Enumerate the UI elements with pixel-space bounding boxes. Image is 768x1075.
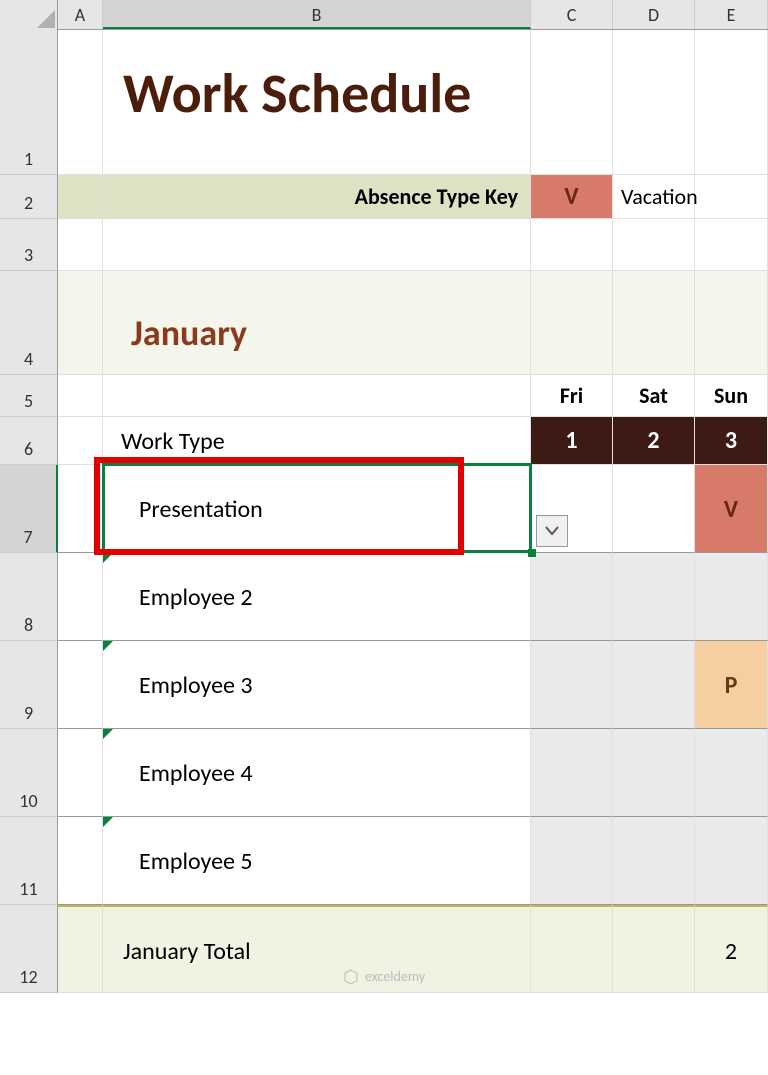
row-header-4[interactable]: 4 xyxy=(0,271,58,375)
cell-d1[interactable] xyxy=(613,30,695,175)
cell-a4[interactable] xyxy=(58,271,103,375)
cell-e11[interactable] xyxy=(695,817,768,905)
employee-3-cell[interactable]: Employee 3 xyxy=(103,641,531,729)
cell-e4[interactable] xyxy=(695,271,768,375)
employee-4-label: Employee 4 xyxy=(139,759,253,788)
cell-e1[interactable] xyxy=(695,30,768,175)
cell-e7[interactable]: V xyxy=(695,465,768,553)
cell-c11[interactable] xyxy=(531,817,613,905)
cell-e10[interactable] xyxy=(695,729,768,817)
day-header-sat[interactable]: Sat xyxy=(613,375,695,417)
col-header-b[interactable]: B xyxy=(103,0,531,29)
cell-c12[interactable] xyxy=(531,905,613,993)
comment-indicator-icon xyxy=(103,729,113,739)
cell-c9[interactable] xyxy=(531,641,613,729)
comment-indicator-icon xyxy=(103,553,113,563)
row-header-6[interactable]: 6 xyxy=(0,417,58,465)
comment-indicator-icon xyxy=(103,817,113,827)
cell-e3[interactable] xyxy=(695,219,768,271)
grid: Work Schedule Absence Type Key V Vacatio… xyxy=(58,30,768,993)
cell-e9[interactable]: P xyxy=(695,641,768,729)
cell-a5[interactable] xyxy=(58,375,103,417)
cell-a11[interactable] xyxy=(58,817,103,905)
comment-indicator-icon xyxy=(103,641,113,651)
cell-e12[interactable]: 2 xyxy=(695,905,768,993)
row-header-9[interactable]: 9 xyxy=(0,641,58,729)
cell-d12[interactable] xyxy=(613,905,695,993)
cell-c4[interactable] xyxy=(531,271,613,375)
cell-e8[interactable] xyxy=(695,553,768,641)
day-num-2[interactable]: 2 xyxy=(613,417,695,465)
row-header-10[interactable]: 10 xyxy=(0,729,58,817)
cell-c8[interactable] xyxy=(531,553,613,641)
watermark-text: exceldemy xyxy=(365,968,425,985)
cell-e2[interactable] xyxy=(695,175,768,219)
cell-d4[interactable] xyxy=(613,271,695,375)
employee-4-cell[interactable]: Employee 4 xyxy=(103,729,531,817)
select-all-corner[interactable] xyxy=(0,0,58,30)
cell-a12[interactable] xyxy=(58,905,103,993)
work-type-label[interactable]: Work Type xyxy=(103,417,531,465)
cell-c3[interactable] xyxy=(531,219,613,271)
cell-a10[interactable] xyxy=(58,729,103,817)
page-title[interactable]: Work Schedule xyxy=(103,30,531,175)
row-header-2[interactable]: 2 xyxy=(0,175,58,219)
absence-key-name[interactable]: Vacation xyxy=(613,175,695,219)
day-num-3[interactable]: 3 xyxy=(695,417,768,465)
cell-a2[interactable] xyxy=(58,175,103,219)
cell-c10[interactable] xyxy=(531,729,613,817)
row-headers-col: 1 2 3 4 5 6 7 8 9 10 11 12 xyxy=(0,30,58,993)
col-header-c[interactable]: C xyxy=(531,0,613,29)
selection-handle[interactable] xyxy=(528,549,536,557)
month-label[interactable]: January xyxy=(103,271,531,375)
day-header-sun[interactable]: Sun xyxy=(695,375,768,417)
row-header-3[interactable]: 3 xyxy=(0,219,58,271)
employee-2-label: Employee 2 xyxy=(139,583,253,612)
cell-a9[interactable] xyxy=(58,641,103,729)
cell-a3[interactable] xyxy=(58,219,103,271)
dropdown-button[interactable] xyxy=(536,515,568,547)
cell-b3[interactable] xyxy=(103,219,531,271)
selected-cell-b7[interactable]: Presentation xyxy=(103,465,531,553)
day-header-fri[interactable]: Fri xyxy=(531,375,613,417)
row-header-5[interactable]: 5 xyxy=(0,375,58,417)
cell-d3[interactable] xyxy=(613,219,695,271)
row-header-12[interactable]: 12 xyxy=(0,905,58,993)
cell-d7[interactable] xyxy=(613,465,695,553)
employee-5-cell[interactable]: Employee 5 xyxy=(103,817,531,905)
cell-d10[interactable] xyxy=(613,729,695,817)
column-headers-row: A B C D E xyxy=(0,0,768,30)
spreadsheet: A B C D E 1 2 3 4 5 6 7 8 9 10 11 12 Wor… xyxy=(0,0,768,993)
cell-d9[interactable] xyxy=(613,641,695,729)
total-label[interactable]: January Total xyxy=(103,905,531,993)
employee-2-cell[interactable]: Employee 2 xyxy=(103,553,531,641)
row-header-11[interactable]: 11 xyxy=(0,817,58,905)
absence-key-label[interactable]: Absence Type Key xyxy=(103,175,531,219)
row-header-1[interactable]: 1 xyxy=(0,30,58,175)
col-header-a[interactable]: A xyxy=(58,0,103,29)
cell-d8[interactable] xyxy=(613,553,695,641)
col-header-d[interactable]: D xyxy=(613,0,695,29)
row-header-7[interactable]: 7 xyxy=(0,465,58,553)
cell-c1[interactable] xyxy=(531,30,613,175)
watermark: exceldemy xyxy=(343,968,425,985)
absence-key-code[interactable]: V xyxy=(531,175,613,219)
cell-d11[interactable] xyxy=(613,817,695,905)
logo-icon xyxy=(343,969,359,985)
cell-a6[interactable] xyxy=(58,417,103,465)
employee-3-label: Employee 3 xyxy=(139,671,253,700)
cell-a7[interactable] xyxy=(58,465,103,553)
cell-b5[interactable] xyxy=(103,375,531,417)
cell-a1[interactable] xyxy=(58,30,103,175)
col-header-e[interactable]: E xyxy=(695,0,768,29)
cell-a8[interactable] xyxy=(58,553,103,641)
employee-5-label: Employee 5 xyxy=(139,847,253,876)
row-header-8[interactable]: 8 xyxy=(0,553,58,641)
chevron-down-icon xyxy=(545,526,559,536)
day-num-1[interactable]: 1 xyxy=(531,417,613,465)
